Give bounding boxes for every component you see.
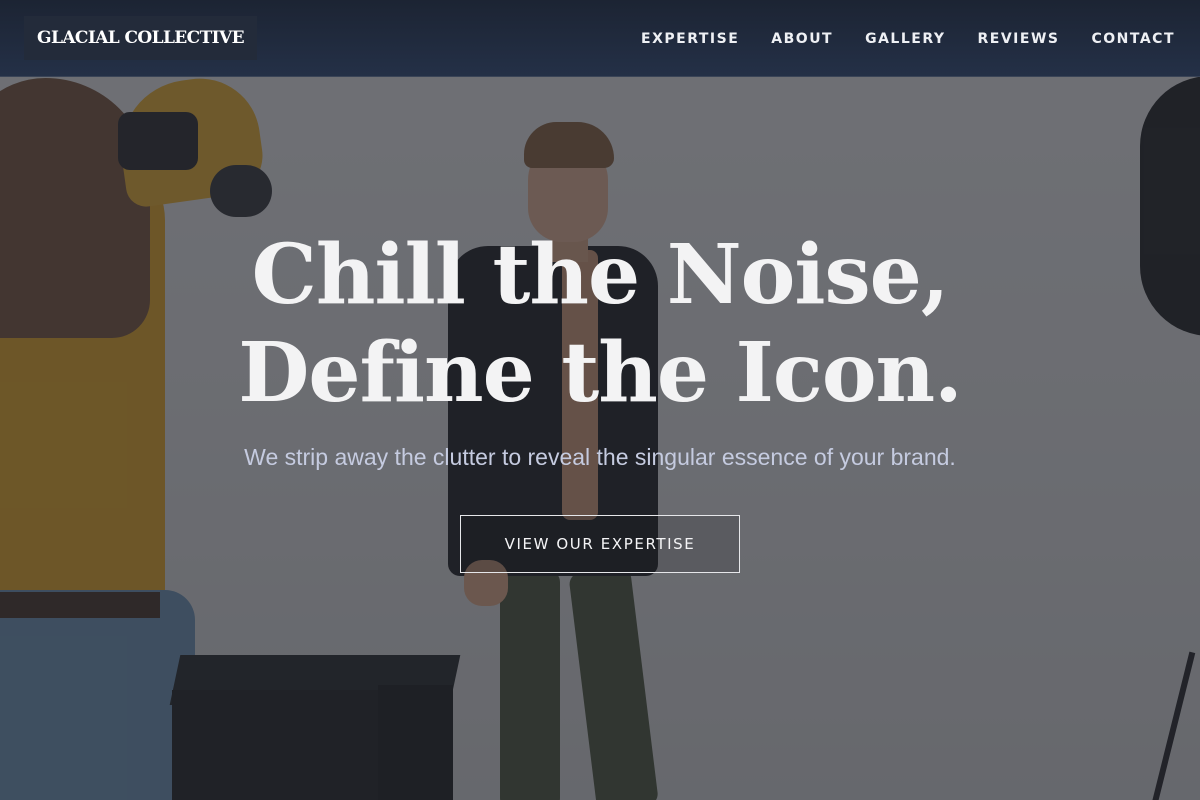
nav-link-reviews[interactable]: REVIEWS <box>978 31 1060 47</box>
nav-link-about[interactable]: ABOUT <box>771 31 833 47</box>
nav-link-gallery[interactable]: GALLERY <box>865 31 945 47</box>
landing-page: GLACIAL COLLECTIVE EXPERTISE ABOUT GALLE… <box>0 0 1200 800</box>
logo-text: GLACIAL COLLECTIVE <box>37 28 244 48</box>
hero-section: Chill the Noise, Define the Icon. We str… <box>0 0 1200 800</box>
headline-line-2: Define the Icon. <box>238 325 962 421</box>
hero-subheadline: We strip away the clutter to reveal the … <box>244 444 956 470</box>
main-nav: EXPERTISE ABOUT GALLERY REVIEWS CONTACT <box>641 0 1175 77</box>
site-header: GLACIAL COLLECTIVE EXPERTISE ABOUT GALLE… <box>0 0 1200 77</box>
nav-link-expertise[interactable]: EXPERTISE <box>641 31 739 47</box>
view-expertise-button[interactable]: VIEW OUR EXPERTISE <box>460 515 740 573</box>
logo[interactable]: GLACIAL COLLECTIVE <box>24 16 257 60</box>
hero-headline: Chill the Noise, Define the Icon. <box>0 226 1200 422</box>
nav-link-contact[interactable]: CONTACT <box>1091 31 1175 47</box>
headline-line-1: Chill the Noise, <box>251 227 950 323</box>
